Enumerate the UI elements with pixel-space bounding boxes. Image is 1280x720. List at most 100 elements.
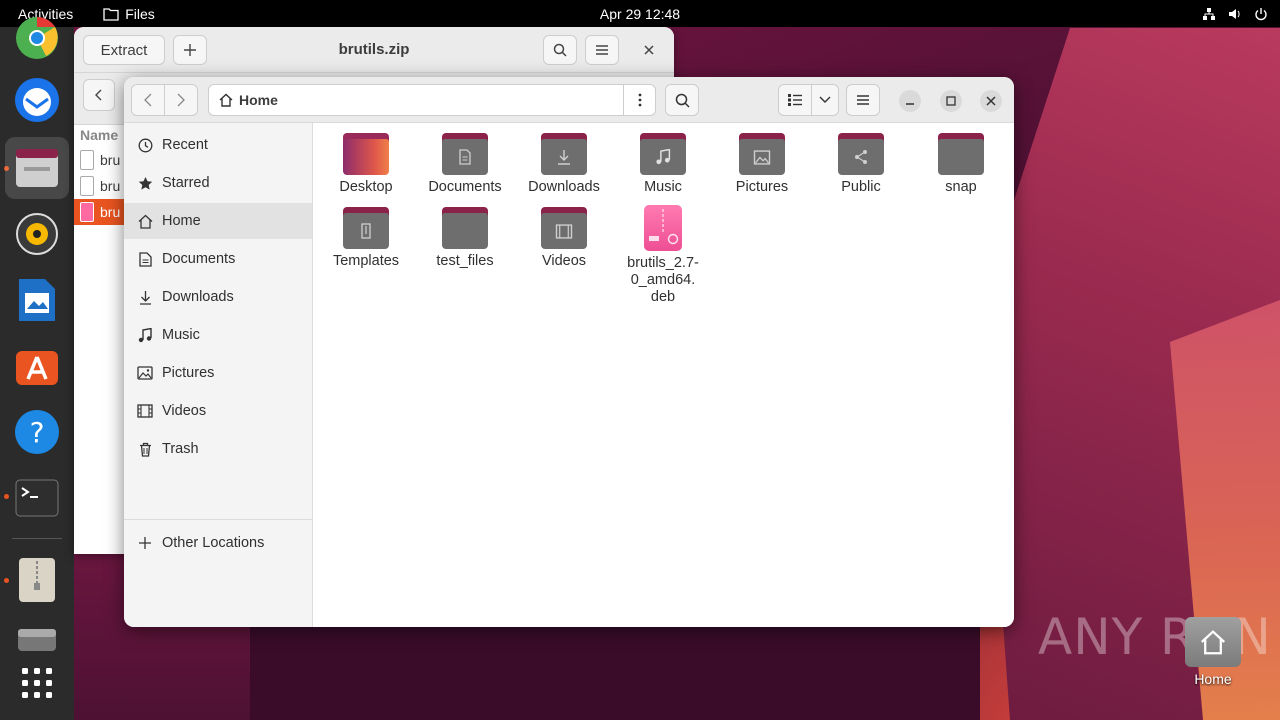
maximize-button[interactable]	[940, 90, 962, 112]
dock-files[interactable]	[5, 137, 69, 199]
sidebar-item-label: Pictures	[162, 365, 215, 381]
sidebar-item-label: Home	[162, 213, 201, 229]
dock-archive-manager[interactable]	[5, 549, 69, 611]
pictures-folder-icon	[739, 133, 785, 175]
archive-back-button[interactable]	[83, 79, 115, 111]
top-bar: Activities Files Apr 29 12:48	[0, 0, 1280, 27]
item-label: Music	[644, 179, 682, 195]
dock-thunderbird[interactable]	[5, 69, 69, 131]
network-icon	[1203, 7, 1215, 20]
power-icon	[1255, 7, 1267, 20]
sidebar-item-downloads[interactable]: Downloads	[124, 279, 312, 315]
archive-row-label: bru	[100, 178, 121, 194]
view-options-button[interactable]	[811, 84, 839, 116]
rhythmbox-icon	[16, 213, 58, 255]
back-button[interactable]	[131, 84, 165, 116]
hamburger-icon	[857, 95, 869, 105]
folder-pictures[interactable]: Pictures	[714, 133, 810, 196]
software-center-icon	[16, 351, 58, 385]
clock[interactable]: Apr 29 12:48	[600, 6, 680, 22]
path-home[interactable]: Home	[209, 92, 623, 108]
sidebar-item-pictures[interactable]: Pictures	[124, 355, 312, 391]
archive-title: brutils.zip	[338, 41, 410, 58]
download-icon	[139, 290, 151, 305]
drive-icon	[18, 629, 56, 651]
desktop-home-icon[interactable]: Home	[1183, 617, 1243, 687]
deb-package-icon	[644, 205, 682, 251]
deb-file-icon	[80, 202, 94, 222]
path-menu-button[interactable]	[623, 85, 655, 115]
file-brutils-deb[interactable]: brutils_2.7- 0_amd64. deb	[615, 205, 711, 306]
app-grid-icon	[22, 668, 52, 698]
sidebar-item-recent[interactable]: Recent	[124, 127, 312, 163]
sidebar-item-label: Trash	[162, 441, 199, 457]
dock-help[interactable]: ?	[5, 401, 69, 463]
folder-documents[interactable]: Documents	[417, 133, 513, 196]
archive-search-button[interactable]	[543, 35, 577, 65]
show-apps-button[interactable]	[5, 652, 69, 714]
folder-icon	[103, 7, 119, 21]
video-icon	[137, 404, 153, 418]
sidebar-item-home[interactable]: Home	[124, 203, 312, 239]
sidebar-item-label: Starred	[162, 175, 210, 191]
folder-downloads[interactable]: Downloads	[516, 133, 612, 196]
music-icon	[138, 327, 152, 342]
minimize-button[interactable]	[899, 90, 921, 112]
dock-rhythmbox[interactable]	[5, 203, 69, 265]
item-label: brutils_2.7- 0_amd64. deb	[627, 255, 699, 305]
search-button[interactable]	[665, 84, 699, 116]
item-label: Videos	[541, 253, 587, 269]
dock-software[interactable]	[5, 335, 69, 397]
archive-row-label: bru	[100, 204, 121, 220]
sidebar-item-label: Downloads	[162, 289, 234, 305]
view-mode-button[interactable]	[778, 84, 812, 116]
sidebar-item-other-locations[interactable]: Other Locations	[124, 525, 312, 561]
folder-desktop[interactable]: Desktop	[318, 133, 414, 196]
path-bar[interactable]: Home	[208, 84, 656, 116]
home-folder-icon	[1185, 617, 1241, 667]
archive-headerbar: Extract brutils.zip	[74, 27, 674, 73]
archive-icon	[19, 558, 55, 602]
forward-button[interactable]	[164, 84, 198, 116]
help-icon: ?	[15, 410, 59, 454]
files-headerbar: Home	[124, 77, 1014, 123]
app-menu[interactable]: Files	[103, 6, 155, 22]
folder-videos[interactable]: Videos	[516, 207, 612, 270]
archive-close-button[interactable]	[640, 41, 658, 59]
folder-snap[interactable]: snap	[913, 133, 1009, 196]
close-icon	[644, 45, 654, 55]
folder-public[interactable]: Public	[813, 133, 909, 196]
name-column-header[interactable]: Name	[80, 127, 118, 143]
public-folder-icon	[838, 133, 884, 175]
item-label: snap	[945, 179, 977, 195]
item-label: Downloads	[528, 179, 600, 195]
chevron-right-icon	[177, 93, 185, 107]
folder-templates[interactable]: Templates	[318, 207, 414, 270]
sidebar-item-videos[interactable]: Videos	[124, 393, 312, 429]
archive-menu-button[interactable]	[585, 35, 619, 65]
sidebar-item-documents[interactable]: Documents	[124, 241, 312, 277]
sidebar-item-label: Other Locations	[162, 535, 265, 551]
desktop-folder-icon	[343, 133, 389, 175]
file-grid: Desktop Documents Downloads Music Pictur…	[314, 123, 1014, 627]
chevron-left-icon	[144, 93, 152, 107]
wallpaper-facet	[250, 626, 980, 720]
test-files-folder-icon	[442, 207, 488, 249]
sidebar-separator	[124, 519, 312, 520]
dock-chrome[interactable]	[5, 7, 69, 69]
dock-terminal[interactable]	[5, 467, 69, 529]
files-window: Home Recent Starred Home Documents Downl…	[124, 77, 1014, 627]
sidebar-item-music[interactable]: Music	[124, 317, 312, 353]
item-label: Templates	[332, 253, 400, 269]
main-menu-button[interactable]	[846, 84, 880, 116]
sidebar-item-trash[interactable]: Trash	[124, 431, 312, 467]
sidebar-item-starred[interactable]: Starred	[124, 165, 312, 201]
dock-writer[interactable]	[5, 269, 69, 331]
folder-test-files[interactable]: test_files	[417, 207, 513, 270]
system-tray[interactable]	[1202, 0, 1268, 27]
item-label: Desktop	[339, 179, 393, 195]
close-button[interactable]	[980, 90, 1002, 112]
archive-row-label: bru	[100, 152, 121, 168]
folder-music[interactable]: Music	[615, 133, 711, 196]
dock: ?	[0, 16, 74, 720]
